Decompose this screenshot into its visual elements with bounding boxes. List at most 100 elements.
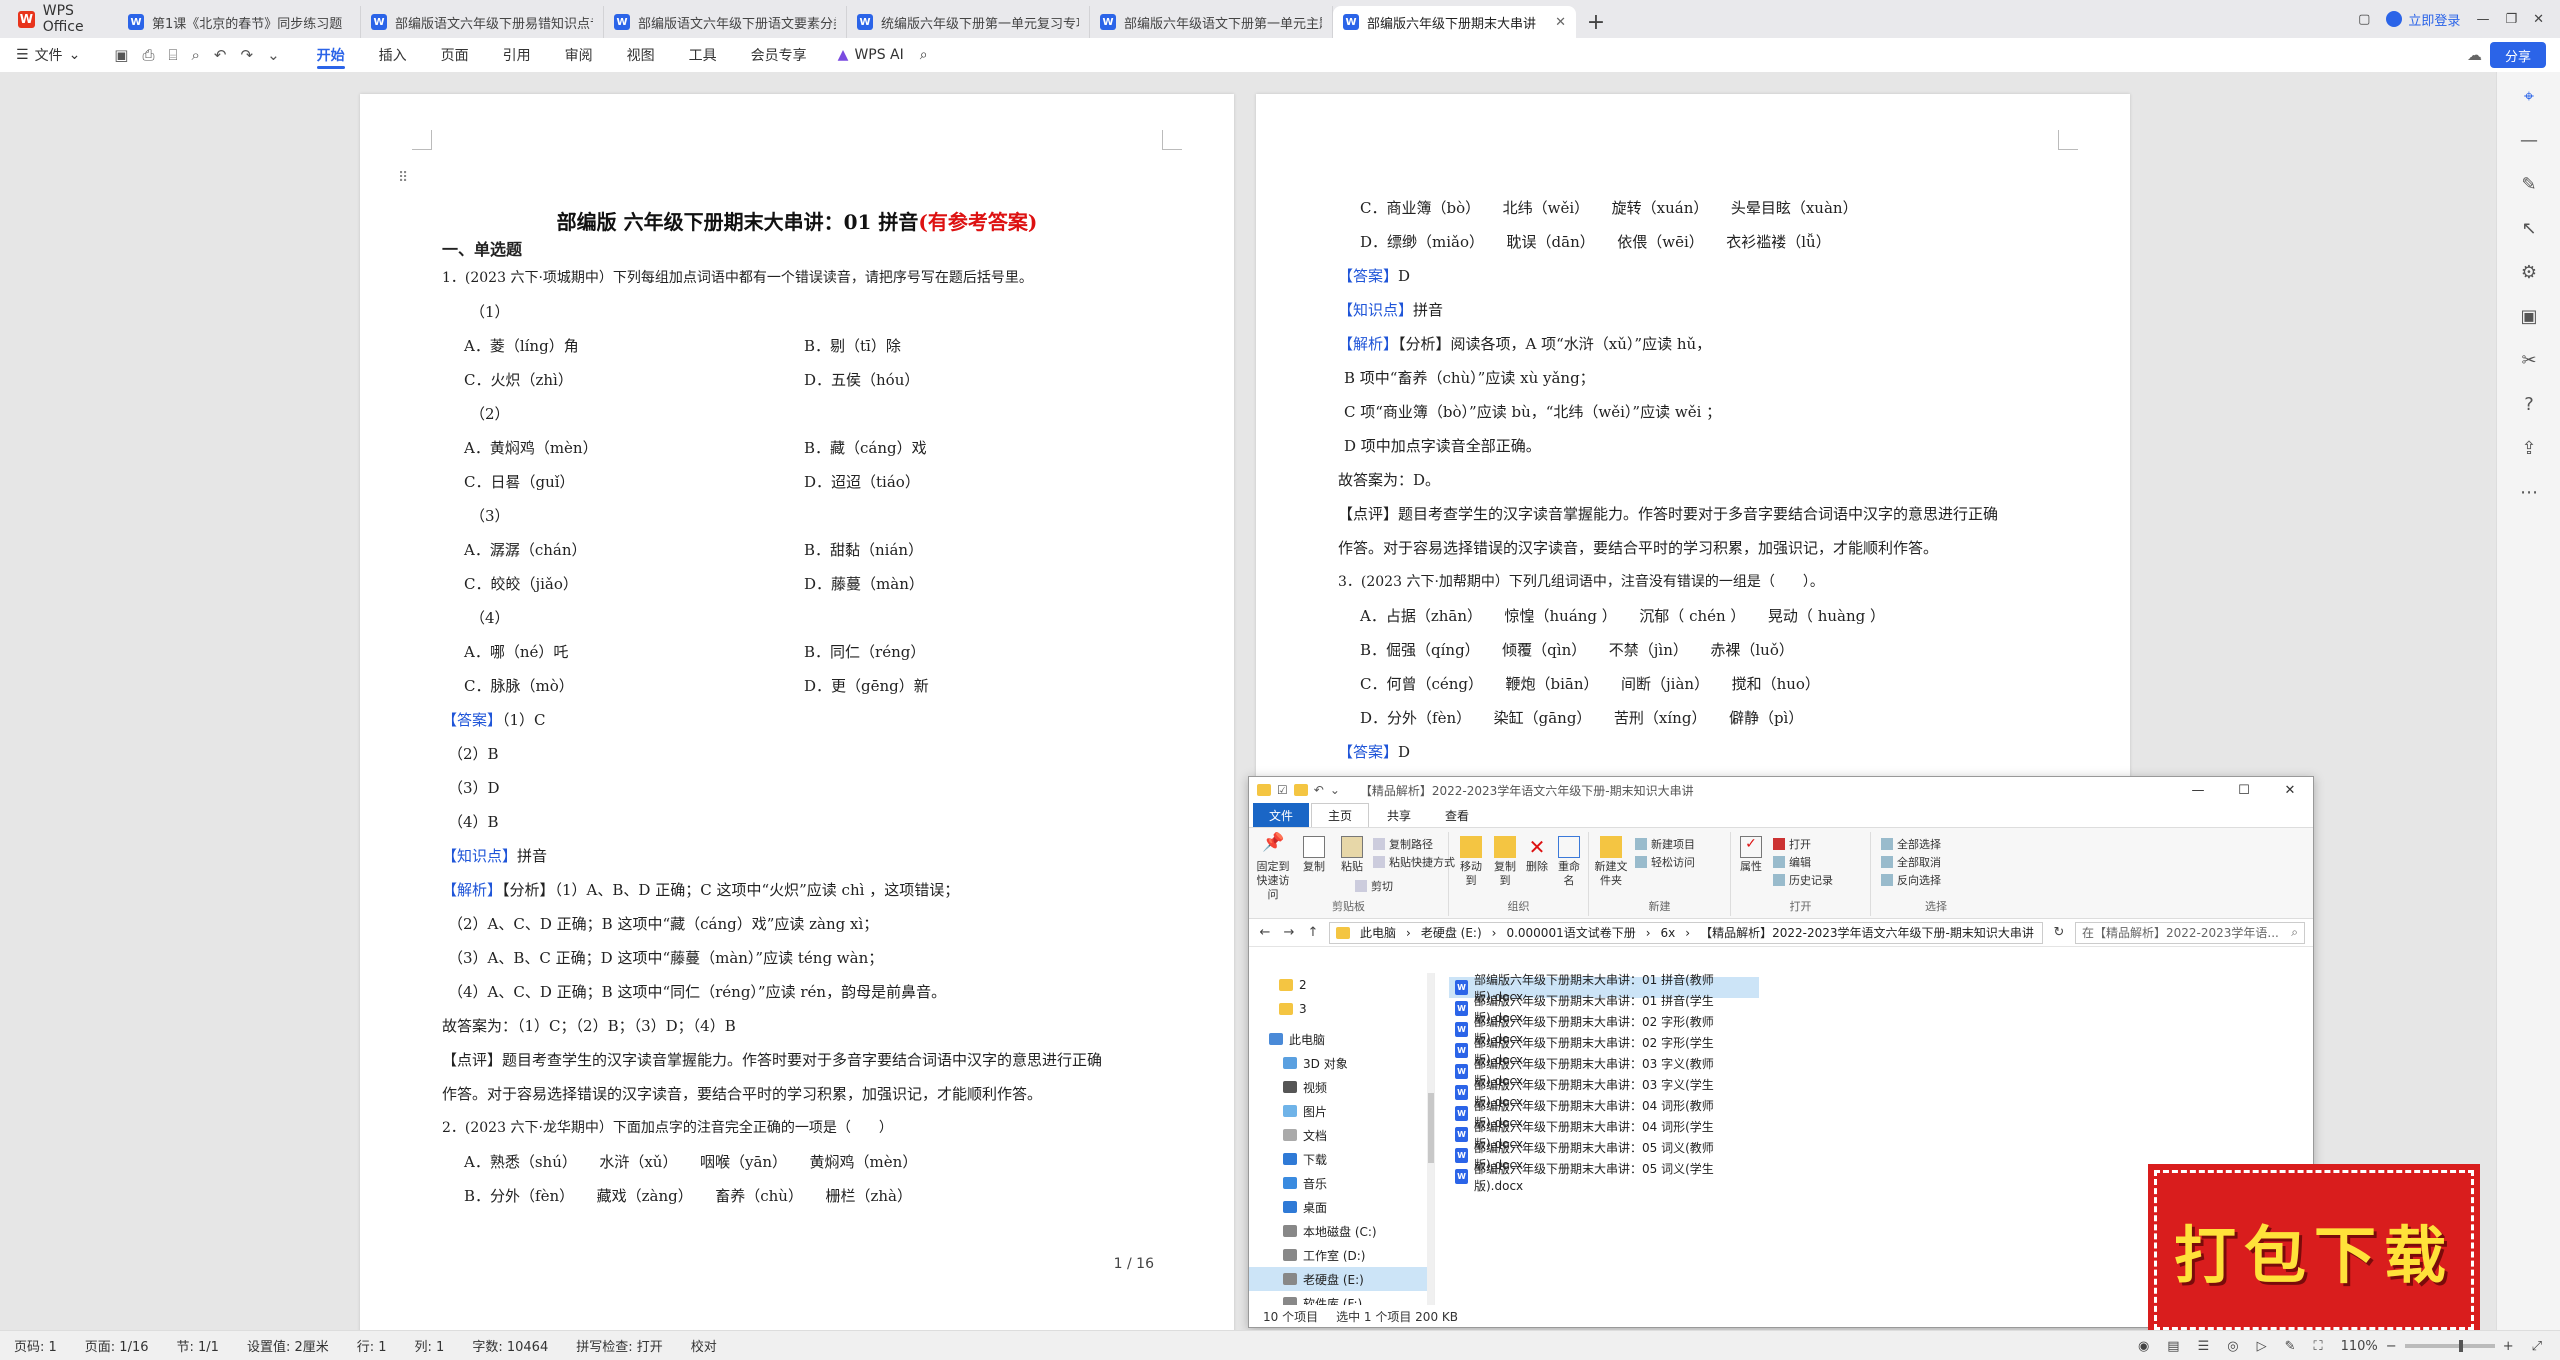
download-package-banner[interactable]: 打包下载 (2148, 1164, 2480, 1336)
outline-view-icon[interactable]: ☰ (2198, 1339, 2210, 1354)
tab-view[interactable]: 视图 (610, 38, 672, 72)
login-button[interactable]: 立即登录 (2386, 10, 2460, 29)
tree-item[interactable]: 本地磁盘 (C:) (1249, 1219, 1434, 1243)
maximize-icon[interactable]: ❐ (2505, 12, 2517, 27)
share-link-icon[interactable]: ⇪ (2497, 438, 2560, 459)
minimize-icon[interactable]: — (2175, 777, 2221, 803)
play-icon[interactable]: ▷ (2257, 1339, 2267, 1354)
more-chevron-icon[interactable]: ⌄ (267, 46, 280, 64)
tab-review[interactable]: 审阅 (548, 38, 610, 72)
select-all-button[interactable]: 全部选择 (1881, 836, 1941, 852)
new-folder-button[interactable]: 新建文件夹 (1593, 836, 1629, 888)
forward-arrow-icon[interactable]: → (1281, 925, 1297, 940)
customize-chevron-icon[interactable]: ⌄ (1330, 783, 1340, 797)
web-view-icon[interactable]: ◎ (2227, 1339, 2238, 1354)
copy-to-button[interactable]: 复制到 (1489, 836, 1521, 888)
fullscreen-icon[interactable]: ⤢ (2532, 1339, 2542, 1354)
drag-handle-icon[interactable]: ⠿ (398, 170, 408, 186)
close-window-icon[interactable]: ✕ (2533, 12, 2544, 27)
open-button[interactable]: 打开 (1773, 836, 1811, 852)
breadcrumb-item[interactable]: 此电脑 (1360, 924, 1396, 941)
tree-scrollbar[interactable] (1427, 973, 1434, 1305)
print-preview-icon[interactable]: ⌕ (192, 46, 200, 64)
doc-tab[interactable]: W 部编版六年级语文下册第一单元主题 (1090, 6, 1333, 38)
cut-button[interactable]: 剪切 (1355, 878, 1393, 894)
paste-button[interactable]: 粘贴 (1335, 836, 1369, 874)
tree-item-this-pc[interactable]: 此电脑 (1249, 1027, 1434, 1051)
select-cursor-icon[interactable]: ↖ (2497, 218, 2560, 239)
scrollbar-thumb[interactable] (1428, 1093, 1434, 1163)
breadcrumb-item[interactable]: 6x (1661, 926, 1676, 940)
back-arrow-icon[interactable]: ← (1257, 925, 1273, 940)
maximize-icon[interactable]: ☐ (2221, 777, 2267, 803)
status-spell-check[interactable]: 拼写检查: 打开 (562, 1336, 677, 1355)
zoom-out-icon[interactable]: − (2386, 1339, 2397, 1354)
explorer-search-input[interactable]: 在【精品解析】2022-2023学年语... ⌕ (2075, 921, 2305, 944)
eye-protect-icon[interactable]: ◉ (2138, 1339, 2149, 1354)
tab-references[interactable]: 引用 (486, 38, 548, 72)
breadcrumb-item[interactable]: 老硬盘 (E:) (1421, 924, 1482, 941)
page-view-icon[interactable]: ▤ (2167, 1339, 2179, 1354)
move-to-button[interactable]: 移动到 (1455, 836, 1487, 888)
minimize-icon[interactable]: — (2476, 12, 2489, 27)
share-button[interactable]: 分享 (2490, 42, 2546, 68)
tree-item[interactable]: 工作室 (D:) (1249, 1243, 1434, 1267)
search-icon[interactable]: ⌕ (920, 47, 928, 63)
adjust-icon[interactable]: ⚙ (2497, 262, 2560, 283)
new-folder-quick-icon[interactable] (1293, 784, 1308, 796)
more-icon[interactable]: ⋯ (2497, 482, 2560, 503)
new-item-button[interactable]: 新建项目 (1635, 836, 1695, 852)
tree-item[interactable]: 视频 (1249, 1075, 1434, 1099)
tree-item[interactable]: 图片 (1249, 1099, 1434, 1123)
explorer-tab-home[interactable]: 主页 (1311, 803, 1370, 827)
tree-item[interactable]: 音乐 (1249, 1171, 1434, 1195)
zoom-slider[interactable] (2404, 1340, 2495, 1352)
redo-icon[interactable]: ↷ (241, 46, 254, 64)
write-mode-icon[interactable]: ✎ (2285, 1339, 2296, 1354)
tree-item[interactable]: 桌面 (1249, 1195, 1434, 1219)
address-bar[interactable]: 此电脑 › 老硬盘 (E:) › 0.000001语文试卷下册 › 6x › 【精品解析… (1329, 921, 2043, 944)
tools-icon[interactable]: ✂ (2497, 350, 2560, 371)
doc-tab[interactable]: W 部编版语文六年级下册语文要素分类 (604, 6, 847, 38)
refresh-icon[interactable]: ↻ (2051, 925, 2067, 940)
print-icon[interactable]: ⌸ (169, 46, 178, 64)
properties-quick-icon[interactable]: ☑ (1277, 783, 1288, 797)
properties-button[interactable]: ✓ 属性 (1735, 836, 1767, 874)
cloud-sync-icon[interactable]: ☁ (2467, 46, 2482, 64)
zoom-in-icon[interactable]: + (2503, 1339, 2514, 1354)
tree-item[interactable]: 文档 (1249, 1123, 1434, 1147)
up-arrow-icon[interactable]: ↑ (1305, 925, 1321, 940)
rename-button[interactable]: 重命名 (1553, 836, 1585, 888)
close-icon[interactable]: ✕ (2267, 777, 2313, 803)
easy-access-button[interactable]: 轻松访问 (1635, 854, 1695, 870)
help-icon[interactable]: ? (2497, 394, 2560, 415)
explorer-tab-share[interactable]: 共享 (1371, 803, 1427, 827)
breadcrumb-item[interactable]: 【精品解析】2022-2023学年语文六年级下册-期末知识大串讲 (1700, 924, 2034, 941)
tree-item-selected[interactable]: 老硬盘 (E:) (1249, 1267, 1434, 1291)
fit-page-icon[interactable]: ⛶ (2314, 1339, 2323, 1354)
tab-insert[interactable]: 插入 (362, 38, 424, 72)
tree-item[interactable]: 软件库 (F:) (1249, 1291, 1434, 1305)
undo-icon[interactable]: ↶ (214, 46, 227, 64)
tree-item[interactable]: 3D 对象 (1249, 1051, 1434, 1075)
tree-item[interactable]: 3 (1249, 997, 1434, 1021)
file-menu[interactable]: ☰ 文件 ⌄ (0, 45, 94, 65)
undo-icon[interactable]: ↶ (1314, 783, 1324, 797)
wps-home-tab[interactable]: W WPS Office (0, 0, 118, 38)
status-word-count[interactable]: 字数: 10464 (458, 1336, 562, 1355)
tab-member[interactable]: 会员专享 (734, 38, 824, 72)
doc-tab[interactable]: W 部编版语文六年级下册易错知识点专 (361, 6, 604, 38)
close-tab-icon[interactable]: ✕ (1555, 15, 1566, 30)
status-proofread[interactable]: 校对 (677, 1336, 731, 1355)
tab-home[interactable]: 开始 (300, 38, 362, 72)
tree-item[interactable]: 下载 (1249, 1147, 1434, 1171)
collapse-icon[interactable]: — (2497, 130, 2560, 151)
explorer-tab-file[interactable]: 文件 (1253, 803, 1310, 827)
export-pdf-icon[interactable]: ⎙ (142, 46, 154, 64)
pin-quick-access-button[interactable]: 📌 固定到快速访问 (1253, 834, 1293, 902)
select-none-button[interactable]: 全部取消 (1881, 854, 1941, 870)
paste-shortcut-button[interactable]: 粘贴快捷方式 (1373, 854, 1455, 870)
location-icon[interactable]: ⌖ (2497, 86, 2560, 107)
tab-tools[interactable]: 工具 (672, 38, 734, 72)
copy-path-button[interactable]: 复制路径 (1373, 836, 1433, 852)
